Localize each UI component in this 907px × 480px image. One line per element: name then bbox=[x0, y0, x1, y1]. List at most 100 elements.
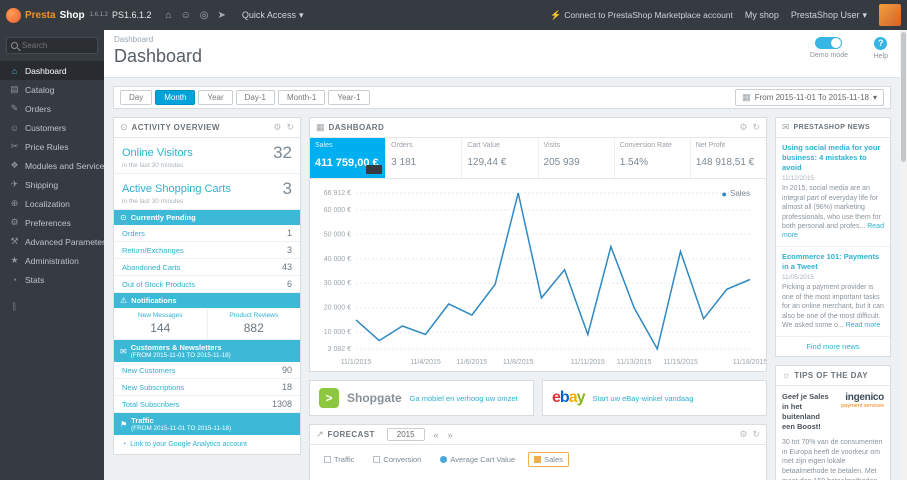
filter-year-button[interactable]: Year bbox=[198, 90, 233, 105]
gear-icon[interactable]: ⚙ bbox=[273, 122, 281, 133]
gear-icon[interactable]: ⚙ bbox=[739, 122, 747, 133]
pending-returns-row[interactable]: Return/Exchanges 3 bbox=[114, 242, 300, 259]
find-more-news-link[interactable]: Find more news bbox=[776, 337, 890, 356]
grid-icon: ▦ bbox=[316, 122, 325, 132]
shop-name[interactable]: PS1.6.1.2 bbox=[112, 10, 152, 20]
gear-icon[interactable]: ⚙ bbox=[739, 429, 747, 440]
shopgate-link[interactable]: Ga mobiel en verhoog uw omzet bbox=[410, 394, 518, 403]
kpi-conversion-rate[interactable]: Conversion Rate 1.54% bbox=[615, 138, 691, 178]
google-analytics-link[interactable]: ◔ Link to your Google Analytics account bbox=[114, 435, 300, 454]
refresh-icon[interactable]: ↻ bbox=[752, 122, 760, 133]
kpi-value: 205 939 bbox=[543, 157, 580, 168]
legend-average-cart-value[interactable]: Average Cart Value bbox=[434, 452, 521, 467]
total-subscribers-row[interactable]: Total Subscribers 1308 bbox=[114, 396, 300, 413]
toggle-switch[interactable] bbox=[815, 37, 843, 49]
vertical-scrollbar[interactable] bbox=[900, 30, 907, 480]
traffic-icon: ⚑ bbox=[120, 419, 128, 429]
sidebar-item-localization[interactable]: ⊕ Localization bbox=[0, 194, 104, 213]
abandoned-carts-row[interactable]: Abandoned Carts 43 bbox=[114, 259, 300, 276]
legend-traffic[interactable]: Traffic bbox=[318, 452, 360, 467]
refresh-icon[interactable]: ↻ bbox=[752, 429, 760, 440]
kpi-net-profit[interactable]: Net Profit 148 918,51 € bbox=[691, 138, 766, 178]
new-customers-row[interactable]: New Customers 90 bbox=[114, 362, 300, 379]
sidebar-collapse-icon[interactable]: ∥ bbox=[0, 289, 104, 312]
user-menu[interactable]: PrestaShop User ▾ bbox=[791, 10, 867, 21]
avatar[interactable] bbox=[879, 4, 901, 26]
filter-month-button[interactable]: Month bbox=[155, 90, 196, 105]
prev-year-icon[interactable]: « bbox=[434, 430, 439, 440]
sidebar-item-administration[interactable]: ★ Administration bbox=[0, 251, 104, 270]
new-messages-cell[interactable]: New Messages 144 bbox=[114, 308, 208, 339]
tips-panel-header: ☼ TIPS OF THE DAY bbox=[776, 366, 890, 386]
sidebar-item-dashboard[interactable]: ⌂ Dashboard bbox=[0, 61, 104, 80]
customers-icon: ☺ bbox=[9, 122, 20, 133]
demo-mode-toggle[interactable]: Demo mode bbox=[810, 37, 848, 59]
product-reviews-cell[interactable]: Product Reviews 882 bbox=[208, 308, 301, 339]
support-icon[interactable]: ◎ bbox=[200, 10, 209, 21]
kpi-sales[interactable]: Sales 411 759,00 € bbox=[310, 138, 387, 178]
scrollbar-thumb[interactable] bbox=[901, 32, 906, 162]
cell-value: 144 bbox=[150, 321, 171, 335]
new-subscriptions-row[interactable]: New Subscriptions 18 bbox=[114, 379, 300, 396]
row-label: New Subscriptions bbox=[122, 382, 185, 392]
newsletter-icon: ✉ bbox=[120, 346, 127, 356]
sidebar-item-advanced-parameters[interactable]: ⚒ Advanced Parameters bbox=[0, 232, 104, 251]
filter-month-1-button[interactable]: Month-1 bbox=[277, 90, 326, 105]
next-year-icon[interactable]: » bbox=[448, 430, 453, 440]
news-item-title[interactable]: Ecommerce 101: Payments in a Tweet bbox=[782, 252, 884, 272]
legend-conversion[interactable]: Conversion bbox=[367, 452, 427, 467]
out-of-stock-row[interactable]: Out of Stock Products 6 bbox=[114, 276, 300, 293]
date-range-picker[interactable]: ▦ From 2015-11-01 To 2015-11-18 ▾ bbox=[735, 89, 884, 106]
row-value: 18 bbox=[281, 382, 292, 392]
search-input[interactable] bbox=[22, 41, 94, 50]
kpi-cart-value[interactable]: Cart Value 129,44 € bbox=[462, 138, 539, 178]
date-filter-bar: Day Month Year Day-1 Month-1 Year-1 ▦ Fr… bbox=[113, 86, 891, 109]
kpi-visits[interactable]: Visits 205 939 bbox=[539, 138, 615, 178]
marketplace-label: Connect to PrestaShop Marketplace accoun… bbox=[564, 10, 733, 20]
sidebar-item-shipping[interactable]: ✈ Shipping bbox=[0, 175, 104, 194]
storefront-icon[interactable]: ⌂ bbox=[166, 10, 172, 21]
forecast-panel: ↗ FORECAST 2015 « » ⚙ ↻ Traffic Conversi… bbox=[309, 424, 767, 480]
sidebar-search[interactable] bbox=[6, 37, 98, 54]
legend-sales[interactable]: Sales bbox=[528, 452, 569, 467]
people-icon[interactable]: ☺ bbox=[181, 10, 191, 21]
row-value: 43 bbox=[281, 262, 292, 272]
forecast-year-select[interactable]: 2015 bbox=[386, 428, 425, 441]
prestashop-admin: Presta Shop 1.6.1.2 PS1.6.1.2 ⌂ ☺ ◎ ➤ Qui… bbox=[0, 0, 907, 480]
prestashop-logo[interactable]: Presta Shop 1.6.1.2 bbox=[0, 7, 108, 23]
news-item-date: 11/12/2015 bbox=[782, 175, 815, 183]
news-item-title[interactable]: Using social media for your business: 4 … bbox=[782, 143, 884, 172]
sidebar-item-modules[interactable]: ❖ Modules and Services bbox=[0, 156, 104, 175]
filter-day-1-button[interactable]: Day-1 bbox=[235, 90, 275, 105]
sidebar-item-preferences[interactable]: ⚙ Preferences bbox=[0, 213, 104, 232]
sidebar-item-price-rules[interactable]: ✂ Price Rules bbox=[0, 137, 104, 156]
pending-orders-row[interactable]: Orders 1 bbox=[114, 225, 300, 242]
quick-access-menu[interactable]: Quick Access ▾ bbox=[242, 10, 304, 21]
marketplace-link[interactable]: ⚡ Connect to PrestaShop Marketplace acco… bbox=[550, 10, 733, 21]
pending-icon: ⊙ bbox=[120, 213, 127, 222]
sidebar-item-stats[interactable]: ◔ Stats bbox=[0, 270, 104, 289]
row-label: Total Subscribers bbox=[122, 399, 180, 409]
sidebar-item-customers[interactable]: ☺ Customers bbox=[0, 118, 104, 137]
kpi-orders[interactable]: Orders 3 181 bbox=[386, 138, 463, 178]
tips-icon: ☼ bbox=[782, 370, 791, 381]
filter-year-1-button[interactable]: Year-1 bbox=[328, 90, 370, 105]
sidebar-item-catalog[interactable]: ▤ Catalog bbox=[0, 80, 104, 99]
read-more-link[interactable]: Read more bbox=[846, 322, 881, 329]
news-panel-header: ✉ PRESTASHOP NEWS bbox=[776, 118, 890, 138]
help-button[interactable]: ? Help bbox=[874, 37, 888, 60]
ingenico-logo: ingenico payment services bbox=[841, 392, 884, 433]
rocket-icon[interactable]: ➤ bbox=[218, 10, 226, 21]
sidebar-nav: ⌂ Dashboard ▤ Catalog ✎ Orders ☺ Customers ✂… bbox=[0, 61, 104, 289]
preferences-icon: ⚙ bbox=[10, 217, 19, 227]
my-shop-link[interactable]: My shop bbox=[745, 10, 779, 20]
kpi-row: Sales 411 759,00 € Orders 3 181 Cart Val… bbox=[310, 138, 766, 179]
active-carts-link[interactable]: Active Shopping Carts bbox=[122, 183, 231, 195]
online-visitors-link[interactable]: Online Visitors bbox=[122, 147, 193, 159]
ebay-link[interactable]: Start uw eBay-winkel vandaag bbox=[593, 394, 694, 403]
shopgate-promo: > Shopgate Ga mobiel en verhoog uw omzet bbox=[309, 380, 534, 416]
tax-badge bbox=[366, 165, 383, 174]
filter-day-button[interactable]: Day bbox=[120, 90, 153, 105]
sidebar-item-orders[interactable]: ✎ Orders bbox=[0, 99, 104, 118]
refresh-icon[interactable]: ↻ bbox=[286, 122, 294, 133]
